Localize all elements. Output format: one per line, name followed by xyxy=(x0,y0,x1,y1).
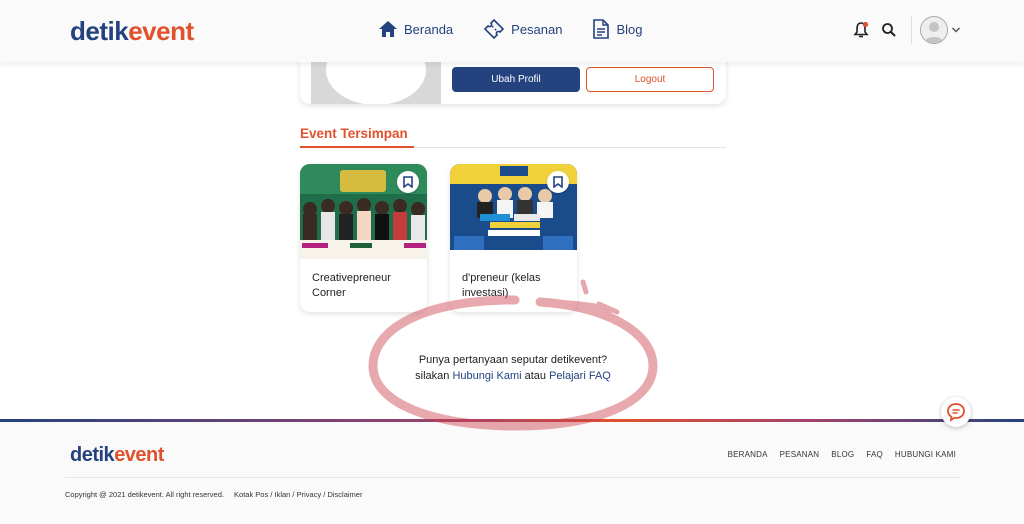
footer-link-beranda[interactable]: BERANDA xyxy=(728,450,768,459)
help-prefix: silakan xyxy=(415,370,450,382)
header-actions xyxy=(847,16,964,44)
link-privacy[interactable]: Privacy xyxy=(297,490,322,499)
logout-button[interactable]: Logout xyxy=(586,67,714,92)
saved-events-title: Event Tersimpan xyxy=(300,126,408,141)
notification-button[interactable] xyxy=(847,16,875,44)
nav-blog-label: Blog xyxy=(616,21,643,37)
footer-divider xyxy=(65,477,960,478)
chevron-down-icon xyxy=(951,27,961,33)
bookmark-button[interactable] xyxy=(547,171,569,193)
copyright-line: Copyright @ 2021 detikevent. All right r… xyxy=(65,490,363,499)
link-disclaimer[interactable]: Disclaimer xyxy=(327,490,362,499)
copyright-text: Copyright @ 2021 detikevent. All right r… xyxy=(65,490,224,499)
link-kotak-pos[interactable]: Kotak Pos xyxy=(234,490,268,499)
edit-profile-button[interactable]: Ubah Profil xyxy=(452,67,580,92)
chat-icon xyxy=(947,403,965,422)
section-title-underline xyxy=(300,146,414,148)
footer-link-faq[interactable]: FAQ xyxy=(866,450,883,459)
notification-bell-icon xyxy=(853,21,869,38)
link-iklan[interactable]: Iklan xyxy=(275,490,291,499)
faq-link[interactable]: Pelajari FAQ xyxy=(549,370,611,382)
footer-nav: BERANDA PESANAN BLOG FAQ HUBUNGI KAMI xyxy=(728,450,956,459)
document-icon xyxy=(593,19,610,39)
nav-beranda-label: Beranda xyxy=(404,21,454,37)
event-card-creativepreneur[interactable]: Creativepreneur Corner xyxy=(300,164,427,312)
header-separator xyxy=(911,16,912,44)
chat-button[interactable] xyxy=(941,397,971,427)
footer-link-hubungi-kami[interactable]: HUBUNGI KAMI xyxy=(895,450,956,459)
profile-photo xyxy=(311,35,441,104)
avatar[interactable] xyxy=(920,16,948,44)
event-card-dpreneur[interactable]: d'preneur (kelas investasi) xyxy=(450,164,577,312)
main-content: Ubah Profil Logout Event Tersimpan Creat… xyxy=(0,0,1024,420)
main-nav: Beranda Pesanan Blog xyxy=(378,18,643,40)
help-section: Punya pertanyaan seputar detikevent? sil… xyxy=(370,352,656,384)
contact-us-link[interactable]: Hubungi Kami xyxy=(452,370,521,382)
footer-brand-logo[interactable]: detikevent xyxy=(70,444,164,467)
ticket-icon xyxy=(484,18,505,40)
nav-pesanan-label: Pesanan xyxy=(511,21,563,37)
event-card-title: d'preneur (kelas investasi) xyxy=(462,272,541,299)
top-navbar: detikevent Beranda Pesanan Blog xyxy=(0,0,1024,62)
help-middle: atau xyxy=(524,370,547,382)
footer-link-pesanan[interactable]: PESANAN xyxy=(780,450,820,459)
bookmark-button[interactable] xyxy=(397,171,419,193)
nav-blog[interactable]: Blog xyxy=(592,18,643,40)
home-icon xyxy=(379,21,397,37)
bookmark-icon xyxy=(403,176,413,188)
search-icon xyxy=(882,23,896,37)
nav-pesanan[interactable]: Pesanan xyxy=(483,18,562,40)
nav-beranda[interactable]: Beranda xyxy=(378,18,453,40)
bookmark-icon xyxy=(553,176,563,188)
search-button[interactable] xyxy=(875,16,903,44)
help-question: Punya pertanyaan seputar detikevent? xyxy=(418,354,608,366)
footer: detikevent BERANDA PESANAN BLOG FAQ HUBU… xyxy=(0,422,1024,524)
event-card-title: Creativepreneur Corner xyxy=(312,272,391,299)
footer-link-blog[interactable]: BLOG xyxy=(831,450,854,459)
user-avatar-icon xyxy=(924,22,944,43)
help-links-line: silakan Hubungi Kami atau Pelajari FAQ xyxy=(370,368,656,384)
brand-logo[interactable]: detikevent xyxy=(70,16,194,47)
account-dropdown-toggle[interactable] xyxy=(948,16,964,44)
